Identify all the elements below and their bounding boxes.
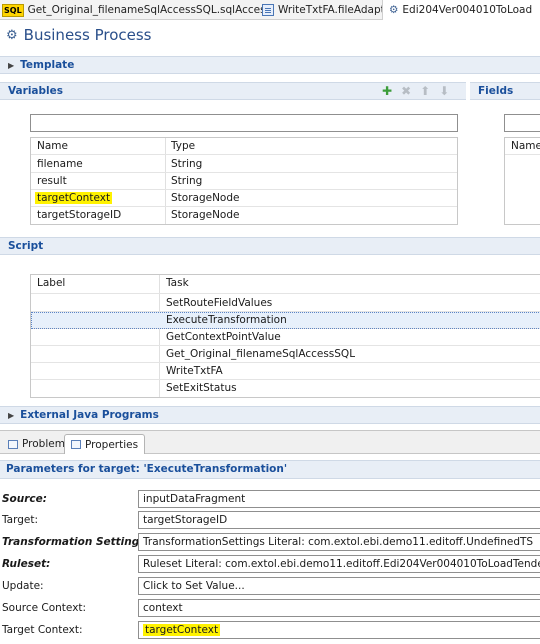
variable-name: targetContext: [35, 192, 113, 204]
properties-icon: [71, 440, 81, 449]
business-process-icon: ⚙: [6, 27, 18, 43]
business-process-icon: ⚙: [389, 4, 399, 16]
fields-filter-input[interactable]: [504, 114, 540, 132]
ruleset-field[interactable]: Ruleset Literal: com.extol.ebi.demo11.ed…: [138, 555, 540, 573]
table-row[interactable]: targetStorageID StorageNode: [31, 207, 457, 224]
target-context-label: Target Context:: [2, 624, 83, 636]
variables-toolbar: ✚ ✖ ⬆ ⬇: [382, 84, 449, 98]
source-context-label: Source Context:: [2, 602, 87, 614]
table-row[interactable]: targetContext StorageNode: [31, 190, 457, 207]
section-label: Template: [20, 59, 75, 71]
sql-icon: SQL: [2, 3, 24, 17]
table-row[interactable]: filename String: [31, 156, 457, 173]
table-header-row: Name: [505, 138, 540, 155]
section-label: External Java Programs: [20, 409, 159, 421]
variables-filter-input[interactable]: [30, 114, 458, 132]
column-header-name[interactable]: Name: [37, 138, 68, 155]
template-section-header[interactable]: ▶ Template: [0, 56, 540, 74]
column-header-label[interactable]: Label: [37, 275, 65, 292]
editor-tab-sql-access[interactable]: SQL Get_Original_filenameSqlAccessSQL.sq…: [2, 0, 271, 20]
target-context-value: targetContext: [143, 624, 221, 636]
table-row[interactable]: SetExitStatus: [31, 380, 540, 397]
script-section-header: Script: [0, 237, 540, 255]
editor-tab-business-process[interactable]: ⚙ Edi204Ver004010ToLoad: [382, 0, 540, 20]
variable-name: targetStorageID: [37, 209, 122, 221]
editor-tab-label: Get_Original_filenameSqlAccessSQL.sqlAcc…: [27, 4, 272, 16]
variable-type: StorageNode: [171, 192, 240, 204]
script-task: SetExitStatus: [166, 382, 237, 394]
table-header-row: Name Type: [31, 138, 457, 155]
page-title-text: Business Process: [23, 26, 152, 44]
add-icon[interactable]: ✚: [382, 84, 392, 98]
source-label: Source:: [2, 493, 47, 505]
script-task: WriteTxtFA: [166, 365, 223, 377]
file-adapter-icon: [262, 4, 274, 16]
table-row-selected[interactable]: ExecuteTransformation: [31, 312, 540, 329]
section-label: Variables: [8, 85, 63, 97]
variable-name: result: [37, 175, 67, 187]
tab-properties[interactable]: Properties: [64, 434, 146, 454]
expand-triangle-icon: ▶: [8, 60, 15, 70]
move-up-icon[interactable]: ⬆: [420, 84, 430, 98]
table-row[interactable]: WriteTxtFA: [31, 363, 540, 380]
move-down-icon[interactable]: ⬇: [439, 84, 449, 98]
view-tab-bar: Problems Properties: [0, 430, 540, 454]
editor-tab-bar: SQL Get_Original_filenameSqlAccessSQL.sq…: [0, 0, 540, 20]
variable-type: String: [171, 158, 203, 170]
script-task: SetRouteFieldValues: [166, 297, 273, 309]
script-task: ExecuteTransformation: [166, 314, 287, 326]
source-context-field[interactable]: context: [138, 599, 540, 617]
variable-name: filename: [37, 158, 83, 170]
table-header-row: Label Task: [31, 275, 540, 294]
script-task: GetContextPointValue: [166, 331, 281, 343]
ruleset-label: Ruleset:: [2, 558, 51, 570]
variables-table: Name Type filename String result String …: [30, 137, 458, 225]
editor-tab-label: WriteTxtFA.fileAdapter: [278, 4, 396, 16]
fields-table: Name: [504, 137, 540, 225]
table-row[interactable]: SetRouteFieldValues: [31, 295, 540, 312]
source-field[interactable]: inputDataFragment: [138, 490, 540, 508]
section-label: Script: [8, 240, 44, 252]
editor-tab-label: Edi204Ver004010ToLoad: [402, 4, 533, 16]
expand-triangle-icon: ▶: [8, 410, 15, 420]
delete-icon[interactable]: ✖: [401, 84, 411, 98]
table-row[interactable]: Get_Original_filenameSqlAccessSQL: [31, 346, 540, 363]
target-context-field[interactable]: targetContext: [138, 621, 540, 639]
variable-type: String: [171, 175, 203, 187]
column-header-type[interactable]: Type: [171, 138, 195, 155]
target-label: Target:: [2, 514, 39, 526]
page-title: ⚙ Business Process: [6, 26, 151, 44]
update-label: Update:: [2, 580, 44, 592]
table-row[interactable]: result String: [31, 173, 457, 190]
section-label: Fields: [478, 85, 514, 97]
script-task: Get_Original_filenameSqlAccessSQL: [166, 348, 356, 360]
problems-icon: [8, 439, 18, 449]
tab-label: Properties: [85, 438, 139, 451]
transformation-settings-label: Transformation Settings:: [2, 536, 150, 548]
variable-type: StorageNode: [171, 209, 240, 221]
parameters-header: Parameters for target: 'ExecuteTransform…: [0, 460, 540, 479]
script-table: Label Task SetRouteFieldValues ExecuteTr…: [30, 274, 540, 398]
target-field[interactable]: targetStorageID: [138, 511, 540, 529]
column-header-name[interactable]: Name: [511, 138, 540, 155]
column-header-task[interactable]: Task: [166, 275, 189, 292]
transformation-settings-field[interactable]: TransformationSettings Literal: com.exto…: [138, 533, 540, 551]
table-row[interactable]: GetContextPointValue: [31, 329, 540, 346]
editor-tab-file-adapter[interactable]: WriteTxtFA.fileAdapter: [262, 0, 396, 20]
fields-section-header: Fields: [470, 82, 540, 100]
external-java-section-header[interactable]: ▶ External Java Programs: [0, 406, 540, 424]
update-field[interactable]: Click to Set Value...: [138, 577, 540, 595]
